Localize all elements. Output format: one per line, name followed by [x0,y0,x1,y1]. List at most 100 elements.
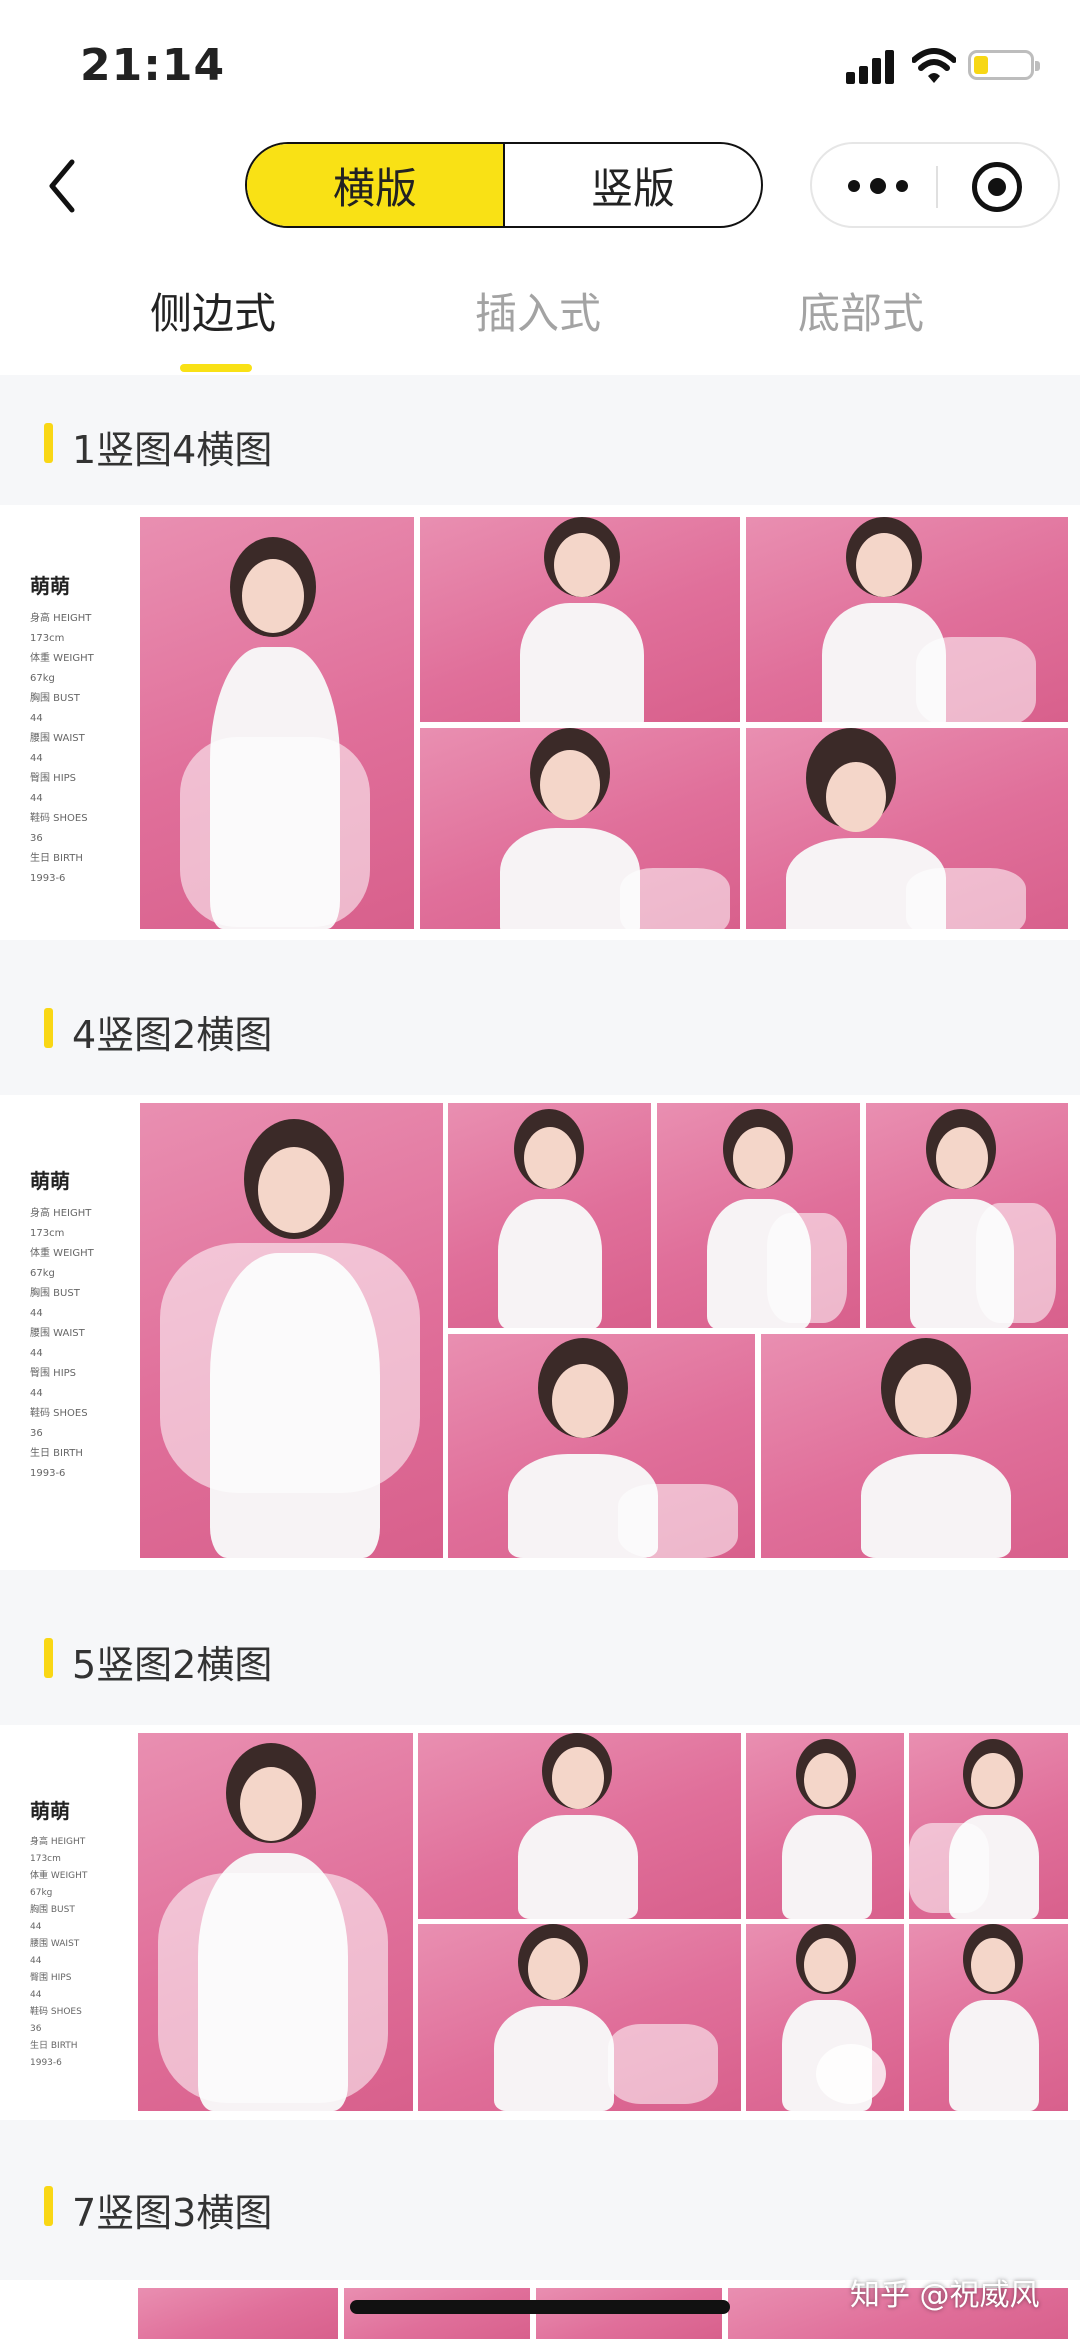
photo [746,517,1068,722]
watermark: 知乎 @祝威风 [850,2278,1040,2313]
model-name: 萌萌 [30,574,70,598]
stat-line: 67kg [30,1888,53,1898]
back-icon[interactable] [40,156,90,216]
stat-line: 173cm [30,1854,61,1864]
stat-line: 腰围 WAIST [30,1939,80,1949]
stat-line: 身高 HEIGHT [30,613,92,624]
navigation-bar: 横版 竖版 [0,130,1080,250]
stat-line: 44 [30,1990,42,2000]
photo [140,1103,443,1558]
model-name: 萌萌 [30,1799,70,1823]
photo [909,1733,1068,1919]
status-bar: 21:14 [0,0,1080,130]
section-header: 1竖图4横图 [0,375,1080,505]
stat-line: 1993-6 [30,2058,62,2068]
photo [140,517,414,929]
more-icon[interactable] [848,178,908,194]
stat-line: 44 [30,753,43,764]
photo [420,517,740,722]
layout-tabs: 侧边式 插入式 底部式 [0,250,1080,375]
section-marker [44,2186,53,2226]
template-card[interactable]: 萌萌 身高 HEIGHT 173cm 体重 WEIGHT 67kg 胸围 BUS… [0,1725,1080,2120]
stat-line: 36 [30,833,43,844]
photo [746,728,1068,929]
section-header: 4竖图2横图 [0,940,1080,1095]
stat-line: 腰围 WAIST [30,733,85,744]
stat-line: 体重 WEIGHT [30,653,94,664]
active-tab-indicator [180,364,252,372]
photo [448,1103,651,1328]
stat-line: 173cm [30,633,65,644]
photo [448,1334,755,1558]
model-info: 萌萌 身高 HEIGHT 173cm 体重 WEIGHT 67kg 胸围 BUS… [30,1165,140,1484]
section-marker [44,1638,53,1678]
stat-line: 44 [30,793,43,804]
stat-line: 臀围 HIPS [30,1368,77,1379]
stat-line: 臀围 HIPS [30,773,77,784]
photo [866,1103,1068,1328]
battery-icon [968,50,1040,80]
template-card[interactable]: 萌萌 身高 HEIGHT 173cm 体重 WEIGHT 67kg 胸围 BUS… [0,505,1080,940]
stat-line: 鞋码 SHOES [30,2007,82,2017]
home-indicator[interactable] [350,2300,730,2314]
photo [909,1924,1068,2111]
stat-line: 胸围 BUST [30,1905,75,1915]
stat-line: 44 [30,1956,42,1966]
section-title: 1竖图4横图 [72,428,273,472]
section-title: 7竖图3横图 [72,2191,273,2235]
stat-line: 36 [30,1428,43,1439]
orientation-segmented-control: 横版 竖版 [245,142,763,228]
capsule-divider [936,166,938,208]
stat-line: 44 [30,1388,43,1399]
miniprogram-capsule [810,142,1060,228]
stat-line: 生日 BIRTH [30,853,83,864]
photo [761,1334,1068,1558]
photo [746,1733,904,1919]
model-info: 萌萌 身高 HEIGHT 173cm 体重 WEIGHT 67kg 胸围 BUS… [30,1795,140,2072]
photo [746,1924,904,2111]
stat-line: 生日 BIRTH [30,2041,78,2051]
photo [418,1733,741,1919]
segment-landscape[interactable]: 横版 [247,144,505,226]
template-card[interactable]: 萌萌 身高 HEIGHT 173cm 体重 WEIGHT 67kg 胸围 BUS… [0,1095,1080,1570]
model-info: 萌萌 身高 HEIGHT 173cm 体重 WEIGHT 67kg 胸围 BUS… [30,570,140,889]
stat-line: 身高 HEIGHT [30,1208,92,1219]
photo [138,1733,413,2111]
stat-line: 44 [30,1308,43,1319]
stat-line: 臀围 HIPS [30,1973,72,1983]
tab-side[interactable]: 侧边式 [150,280,276,341]
stat-line: 鞋码 SHOES [30,813,88,824]
close-miniprogram-icon[interactable] [972,162,1022,212]
wifi-icon [912,48,956,83]
stat-line: 67kg [30,673,55,684]
tab-bottom[interactable]: 底部式 [798,280,924,341]
status-time: 21:14 [80,40,226,91]
stat-line: 36 [30,2024,42,2034]
stat-line: 44 [30,1348,43,1359]
stat-line: 体重 WEIGHT [30,1248,94,1259]
section-title: 5竖图2横图 [72,1643,273,1687]
stat-line: 腰围 WAIST [30,1328,85,1339]
stat-line: 体重 WEIGHT [30,1871,88,1881]
stat-line: 胸围 BUST [30,693,80,704]
section-title: 4竖图2横图 [72,1013,273,1057]
section-marker [44,423,53,463]
stat-line: 44 [30,1922,42,1932]
tab-insert[interactable]: 插入式 [475,280,601,341]
photo [420,728,740,929]
photo [418,1924,741,2111]
stat-line: 生日 BIRTH [30,1448,83,1459]
model-name: 萌萌 [30,1169,70,1193]
stat-line: 173cm [30,1228,65,1239]
cellular-signal-icon [846,48,896,84]
stat-line: 身高 HEIGHT [30,1837,86,1847]
stat-line: 1993-6 [30,1468,66,1479]
stat-line: 67kg [30,1268,55,1279]
photo [138,2288,338,2339]
stat-line: 44 [30,713,43,724]
photo [657,1103,860,1328]
stat-line: 1993-6 [30,873,66,884]
section-header: 7竖图3横图 [0,2120,1080,2280]
segment-portrait[interactable]: 竖版 [505,144,761,226]
stat-line: 鞋码 SHOES [30,1408,88,1419]
